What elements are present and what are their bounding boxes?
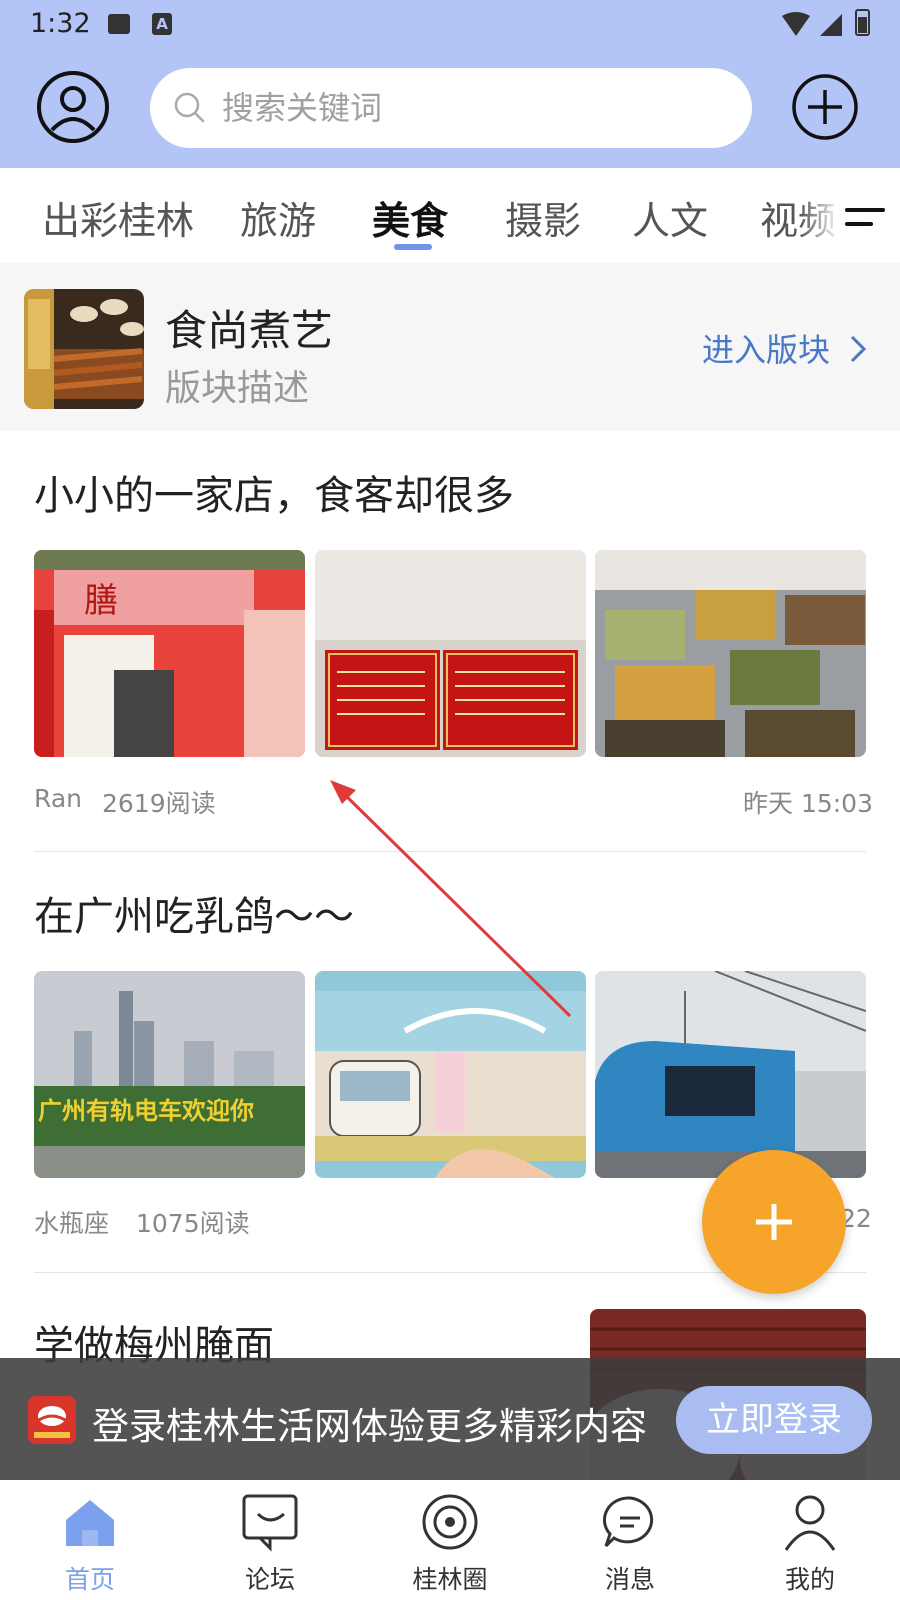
nav-forum[interactable]: 论坛 (180, 1480, 360, 1600)
nav-home[interactable]: 首页 (0, 1480, 180, 1600)
nav-profile[interactable]: 我的 (720, 1480, 900, 1600)
forum-icon (242, 1494, 298, 1552)
nav-messages[interactable]: 消息 (540, 1480, 720, 1600)
message-icon (602, 1496, 654, 1548)
create-post-button[interactable] (702, 1150, 846, 1294)
login-button[interactable]: 立即登录 (676, 1386, 872, 1454)
bottom-navigation: 首页 论坛 桂林圈 消息 我的 (0, 1480, 900, 1600)
nav-label: 我的 (784, 1565, 835, 1594)
nav-label: 消息 (604, 1565, 655, 1594)
nav-label: 论坛 (244, 1565, 295, 1594)
login-banner-text: 登录桂林生活网体验更多精彩内容 (92, 1405, 647, 1448)
home-icon (66, 1500, 114, 1546)
plus-icon (756, 1204, 792, 1240)
nav-label: 首页 (64, 1565, 115, 1594)
nav-label: 桂林圈 (412, 1565, 488, 1594)
login-banner: 登录桂林生活网体验更多精彩内容 立即登录 (0, 1358, 900, 1480)
circle-icon (422, 1494, 478, 1550)
nav-guilin-circle[interactable]: 桂林圈 (360, 1480, 540, 1600)
app-logo-icon (28, 1396, 76, 1444)
profile-icon (784, 1495, 836, 1551)
